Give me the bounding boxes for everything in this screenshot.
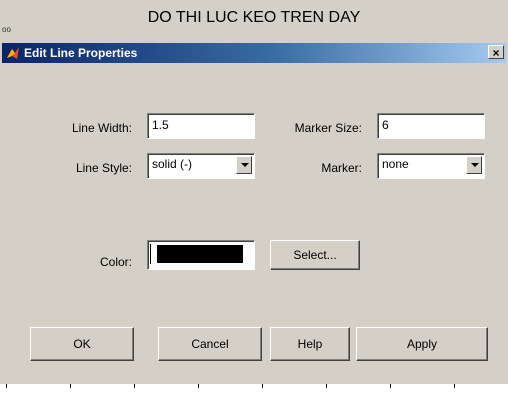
- axis-tick: [326, 384, 327, 388]
- text-cursor: [150, 244, 151, 264]
- axis-tick: [390, 384, 391, 388]
- color-field[interactable]: [147, 240, 255, 270]
- cancel-button[interactable]: Cancel: [158, 327, 262, 361]
- marker-size-label: Marker Size:: [294, 121, 362, 135]
- marker-value: none: [382, 157, 409, 171]
- figure-axis-fragment: oo: [2, 25, 11, 34]
- chevron-down-icon: [471, 163, 479, 167]
- select-color-button[interactable]: Select...: [270, 240, 360, 270]
- marker-select[interactable]: none: [377, 153, 485, 179]
- line-width-field[interactable]: 1.5: [147, 113, 255, 139]
- close-button[interactable]: ×: [488, 45, 504, 60]
- line-style-dropdown-button[interactable]: [236, 156, 252, 174]
- figure-title: DO THI LUC KEO TREN DAY: [147, 9, 361, 26]
- line-style-label: Line Style:: [75, 161, 132, 175]
- axis-tick: [454, 384, 455, 388]
- marker-label: Marker:: [321, 161, 362, 175]
- matlab-logo-icon: [7, 47, 19, 59]
- marker-size-field[interactable]: 6: [377, 113, 485, 139]
- help-button[interactable]: Help: [270, 327, 350, 361]
- close-icon: ×: [492, 46, 500, 60]
- axis-tick: [262, 384, 263, 388]
- axis-tick: [70, 384, 71, 388]
- color-label: Color:: [99, 255, 132, 269]
- line-style-select[interactable]: solid (-): [147, 153, 255, 179]
- dialog-title: Edit Line Properties: [24, 46, 138, 60]
- axis-tick: [198, 384, 199, 388]
- dialog-titlebar[interactable]: Edit Line Properties ×: [2, 43, 506, 63]
- axis-tick: [134, 384, 135, 388]
- chevron-down-icon: [241, 163, 249, 167]
- axis-tick: [6, 384, 7, 388]
- marker-dropdown-button[interactable]: [466, 156, 482, 174]
- line-style-value: solid (-): [152, 157, 193, 171]
- line-width-label: Line Width:: [71, 121, 132, 135]
- figure-bottom-axis: [0, 384, 508, 394]
- apply-button[interactable]: Apply: [356, 327, 488, 361]
- edit-line-properties-dialog: Edit Line Properties × Line Width: 1.5 M…: [2, 43, 506, 383]
- color-swatch: [157, 245, 243, 263]
- ok-button[interactable]: OK: [30, 327, 134, 361]
